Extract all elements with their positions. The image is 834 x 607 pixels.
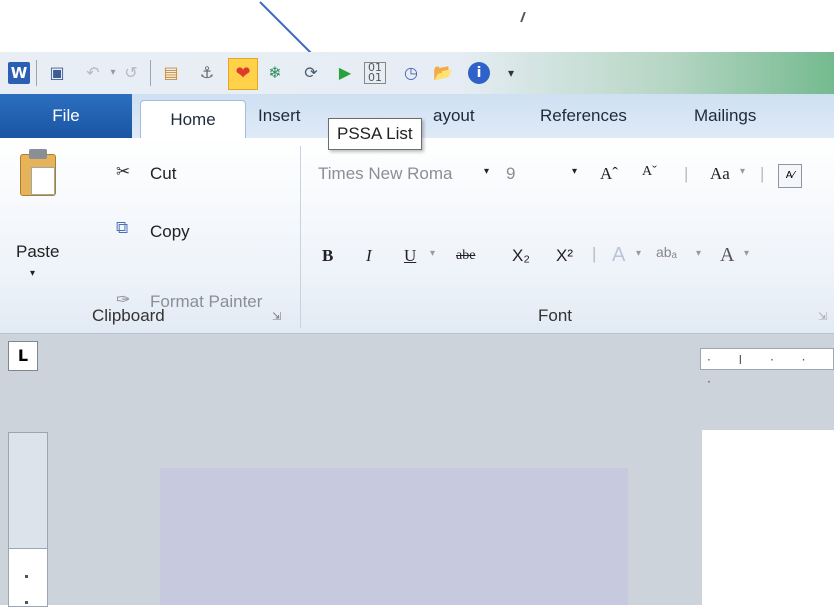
paste-icon[interactable] xyxy=(20,149,56,196)
separator xyxy=(150,60,151,86)
tab-home[interactable]: Home xyxy=(140,100,246,139)
word-logo-icon[interactable]: W xyxy=(8,62,30,84)
paste-button[interactable]: Paste xyxy=(16,242,59,262)
save-icon[interactable]: ▣ xyxy=(46,62,68,84)
folder-icon[interactable]: 📂 xyxy=(432,62,454,84)
italic-button[interactable]: I xyxy=(366,246,372,266)
tab-selector-button[interactable]: L xyxy=(8,341,38,371)
tab-file[interactable]: File xyxy=(0,94,132,138)
scissors-icon: ✂ xyxy=(116,162,131,181)
horizontal-ruler[interactable]: · I · · · xyxy=(700,348,834,389)
separator xyxy=(36,60,37,86)
quick-access-toolbar: W ▣ ↶ ▾ ↺ ▤ ⚓ ❤ ❄ ⟳ ▶ 01 01 ◷ 📂 i ▾ xyxy=(0,52,834,94)
snowflake-icon[interactable]: ❄ xyxy=(264,62,286,84)
group-divider xyxy=(300,146,301,328)
tab-insert[interactable]: Insert xyxy=(258,94,301,138)
customize-qat-icon[interactable]: ▾ xyxy=(500,62,522,84)
separator: | xyxy=(760,164,765,183)
chevron-down-icon[interactable]: ▾ xyxy=(430,248,435,259)
text-effects-button[interactable]: A xyxy=(612,244,625,267)
format-painter-button[interactable]: Format Painter xyxy=(150,292,262,312)
chevron-down-icon[interactable]: ▾ xyxy=(744,248,749,259)
pssa-list-tooltip: PSSA List xyxy=(328,118,422,150)
chevron-down-icon[interactable]: ▾ xyxy=(636,248,641,259)
highlight-button[interactable]: abₐ xyxy=(656,244,677,260)
clipboard-group-label: Clipboard xyxy=(92,306,165,325)
tab-mailings[interactable]: Mailings xyxy=(694,94,756,138)
undo-icon[interactable]: ↶ xyxy=(82,62,104,84)
redo-icon[interactable]: ↺ xyxy=(120,62,142,84)
copy-button[interactable]: Copy xyxy=(150,222,190,242)
dialog-launcher-icon[interactable]: ⇲ xyxy=(272,310,281,323)
subscript-button[interactable]: X₂ xyxy=(512,246,530,266)
change-case-button[interactable]: Aa xyxy=(710,164,730,184)
font-name-select[interactable]: Times New Romа xyxy=(318,164,452,184)
ribbon-home-panel: Paste ▾ ✂ Cut ⧉ Copy ✑ Format Painter Cl… xyxy=(0,138,834,334)
document-page[interactable] xyxy=(702,430,834,605)
tab-page-layout[interactable]: ayout xyxy=(433,94,475,138)
document-shadow xyxy=(160,468,628,605)
decor-mark xyxy=(514,12,526,22)
chevron-down-icon[interactable]: ▾ xyxy=(30,268,35,279)
chevron-down-icon[interactable]: ▾ xyxy=(484,166,489,177)
pssa-heart-icon[interactable]: ❤ xyxy=(228,58,258,90)
refresh-icon[interactable]: ⟳ xyxy=(300,62,322,84)
info-icon[interactable]: i xyxy=(468,62,490,84)
run-icon[interactable]: ▶ xyxy=(334,62,356,84)
anchor-icon[interactable]: ⚓ xyxy=(196,62,218,84)
chevron-down-icon[interactable]: ▾ xyxy=(696,248,701,259)
new-icon[interactable]: ▤ xyxy=(160,62,182,84)
vertical-ruler-margin xyxy=(8,548,48,607)
bold-button[interactable]: B xyxy=(322,246,333,266)
strikethrough-button[interactable]: abe xyxy=(456,248,475,264)
font-group-label: Font xyxy=(538,306,573,325)
cut-button[interactable]: Cut xyxy=(150,164,176,184)
copy-icon: ⧉ xyxy=(116,218,129,237)
tab-references[interactable]: References xyxy=(540,94,627,138)
font-color-button[interactable]: A xyxy=(720,244,734,267)
dialog-launcher-icon[interactable]: ⇲ xyxy=(818,310,827,323)
underline-button[interactable]: U xyxy=(404,246,416,266)
chevron-down-icon[interactable]: ▾ xyxy=(740,166,745,177)
font-size-select[interactable]: 9 xyxy=(506,164,515,184)
shrink-font-button[interactable]: Aˇ xyxy=(642,164,657,180)
clock-icon[interactable]: ◷ xyxy=(400,62,422,84)
separator: | xyxy=(684,164,689,183)
separator: | xyxy=(592,244,597,263)
chevron-down-icon[interactable]: ▾ xyxy=(572,166,577,177)
superscript-button[interactable]: X² xyxy=(556,246,573,266)
clear-formatting-icon[interactable]: A⁄ xyxy=(778,164,802,188)
binary-icon[interactable]: 01 01 xyxy=(364,62,386,84)
grow-font-button[interactable]: Aˆ xyxy=(600,164,618,184)
